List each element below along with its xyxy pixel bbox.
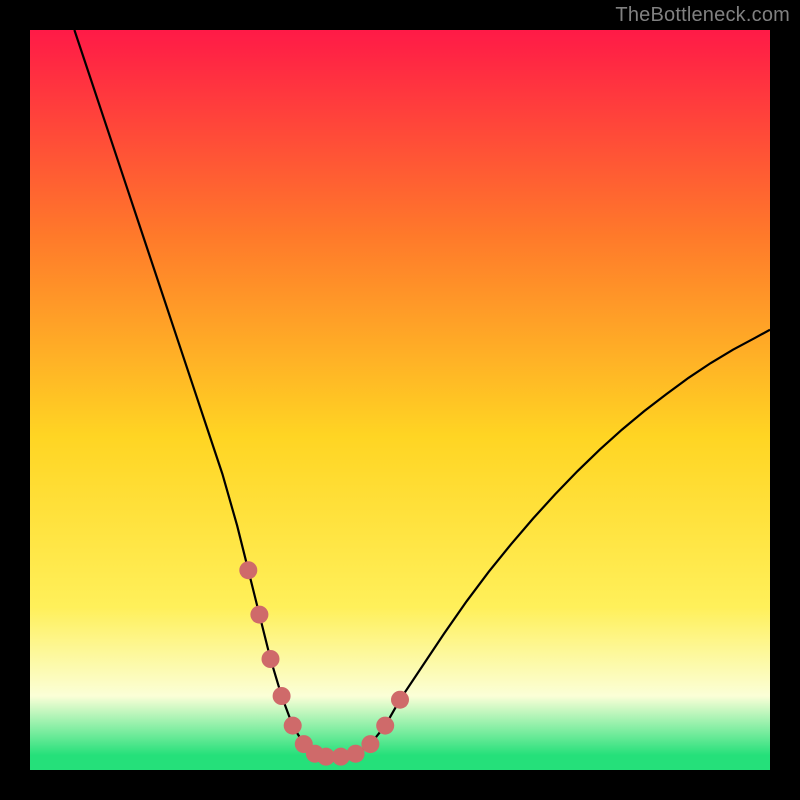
chart-svg (30, 30, 770, 770)
highlight-dot (361, 735, 379, 753)
highlight-dot (391, 691, 409, 709)
chart-stage: TheBottleneck.com (0, 0, 800, 800)
highlight-dot (250, 606, 268, 624)
watermark-text: TheBottleneck.com (615, 4, 790, 27)
plot-area (30, 30, 770, 770)
highlight-dot (239, 561, 257, 579)
highlight-dot (284, 717, 302, 735)
highlight-dot (262, 650, 280, 668)
highlight-dot (376, 717, 394, 735)
highlight-dot (347, 745, 365, 763)
highlight-dot (273, 687, 291, 705)
highlight-dot (332, 748, 350, 766)
